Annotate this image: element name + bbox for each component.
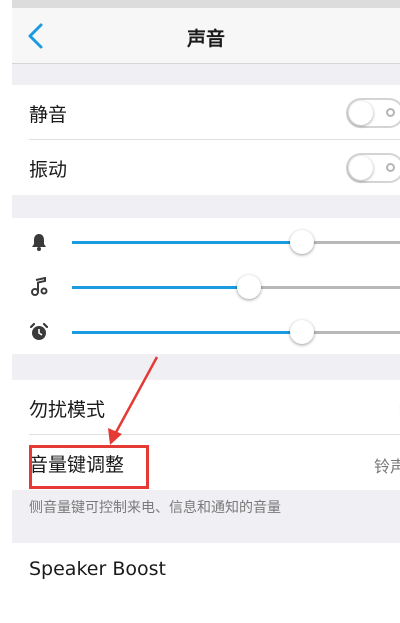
speaker-boost-label: Speaker Boost bbox=[29, 558, 166, 580]
mute-row[interactable]: 静音 bbox=[12, 85, 400, 140]
slider-fill bbox=[72, 286, 250, 289]
vibrate-toggle[interactable] bbox=[346, 153, 400, 183]
slider-thumb[interactable] bbox=[237, 275, 262, 299]
vibrate-label: 振动 bbox=[29, 159, 68, 181]
sound-settings-screen: 声音 静音 振动 勿扰模式 音量键调整 铃声 侧音量键可控制来电、信息和通知的音… bbox=[12, 0, 400, 590]
toggle-off-indicator bbox=[386, 108, 395, 117]
toggle-off-indicator bbox=[386, 163, 395, 172]
nav-bar: 声音 bbox=[12, 8, 400, 64]
status-strip bbox=[12, 0, 400, 8]
volume-sliders bbox=[12, 218, 400, 354]
alarm-clock-icon bbox=[29, 322, 49, 340]
volume-key-value: 铃声 bbox=[373, 457, 400, 476]
slider-thumb[interactable] bbox=[289, 230, 314, 254]
slider-thumb[interactable] bbox=[289, 320, 314, 344]
page-title: 声音 bbox=[186, 28, 225, 50]
speaker-boost-row[interactable]: Speaker Boost bbox=[12, 543, 400, 590]
volume-key-hint: 侧音量键可控制来电、信息和通知的音量 bbox=[29, 500, 281, 516]
ringtone-volume-row bbox=[12, 220, 400, 265]
media-volume-slider[interactable] bbox=[72, 275, 400, 299]
dnd-row[interactable]: 勿扰模式 › bbox=[12, 380, 400, 435]
media-volume-row bbox=[12, 265, 400, 310]
toggle-knob bbox=[349, 101, 373, 125]
toggle-knob bbox=[349, 156, 373, 180]
mute-toggle[interactable] bbox=[346, 98, 400, 128]
dnd-label: 勿扰模式 bbox=[29, 399, 106, 421]
ringtone-volume-slider[interactable] bbox=[72, 230, 400, 254]
music-note-icon bbox=[31, 277, 48, 296]
alarm-volume-row bbox=[12, 310, 400, 355]
slider-fill bbox=[72, 331, 302, 334]
slider-fill bbox=[72, 241, 302, 244]
volume-key-label: 音量键调整 bbox=[29, 454, 125, 476]
bell-icon bbox=[32, 234, 46, 251]
mute-label: 静音 bbox=[29, 104, 68, 126]
volume-key-row[interactable]: 音量键调整 铃声 bbox=[12, 435, 400, 490]
vibrate-row[interactable]: 振动 bbox=[12, 140, 400, 195]
alarm-volume-slider[interactable] bbox=[72, 320, 400, 344]
